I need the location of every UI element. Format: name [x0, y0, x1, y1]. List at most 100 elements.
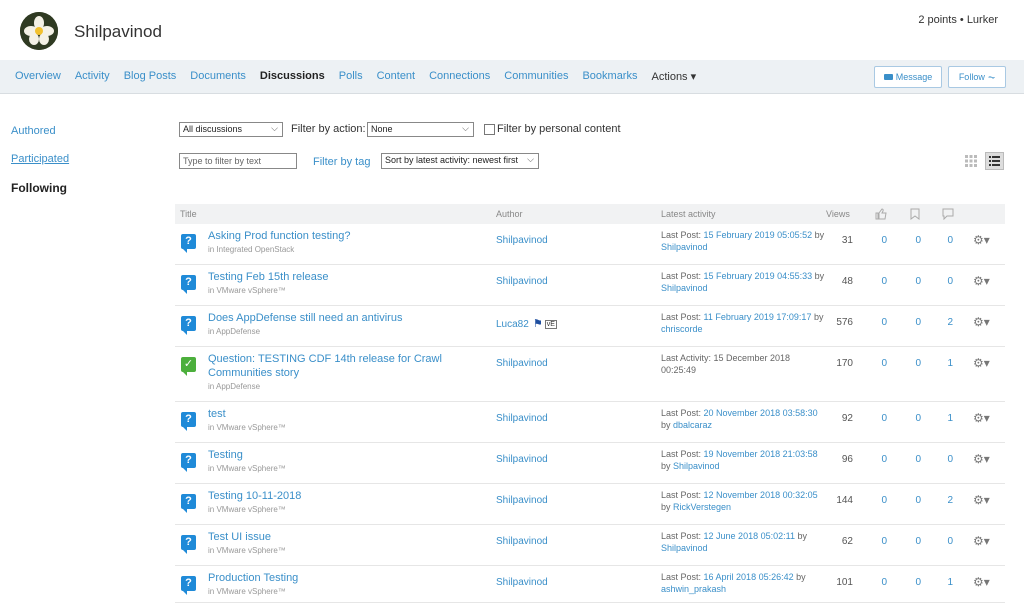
- tab-communities[interactable]: Communities: [504, 70, 568, 83]
- bookmarks-count[interactable]: 0: [909, 358, 921, 369]
- message-button[interactable]: Message: [874, 66, 942, 88]
- bookmarks-count[interactable]: 0: [909, 413, 921, 424]
- activity-user-link[interactable]: RickVerstegen: [673, 502, 731, 512]
- discussion-title[interactable]: Does AppDefense still need an antivirus: [208, 311, 468, 325]
- author-link[interactable]: Shilpavinod: [496, 276, 548, 287]
- replies-count[interactable]: 1: [941, 413, 953, 424]
- list-view-icon[interactable]: [985, 152, 1004, 170]
- sidebar-item-participated[interactable]: Participated: [11, 153, 69, 165]
- col-views[interactable]: Views: [826, 209, 850, 219]
- personal-content-checkbox[interactable]: [484, 124, 495, 135]
- gear-icon[interactable]: ⚙▾: [973, 493, 990, 507]
- author-link[interactable]: Shilpavinod: [496, 577, 548, 588]
- activity-date-link[interactable]: 19 November 2018 21:03:58: [704, 449, 818, 459]
- bookmark-icon[interactable]: [910, 208, 920, 220]
- replies-count[interactable]: 1: [941, 577, 953, 588]
- action-select[interactable]: None ⌵: [367, 122, 474, 137]
- author-name[interactable]: Shilpavinod: [496, 276, 548, 287]
- bookmarks-count[interactable]: 0: [909, 276, 921, 287]
- replies-count[interactable]: 0: [941, 276, 953, 287]
- tab-bookmarks[interactable]: Bookmarks: [582, 70, 637, 83]
- activity-user-link[interactable]: Shilpavinod: [661, 242, 708, 252]
- likes-count[interactable]: 0: [875, 317, 887, 328]
- sidebar-item-authored[interactable]: Authored: [11, 125, 56, 137]
- author-name[interactable]: Shilpavinod: [496, 358, 548, 369]
- replies-count[interactable]: 0: [941, 454, 953, 465]
- gear-icon[interactable]: ⚙▾: [973, 575, 990, 589]
- comment-icon[interactable]: [942, 208, 954, 220]
- activity-date-link[interactable]: 15 February 2019 04:55:33: [704, 271, 813, 281]
- discussion-title[interactable]: Testing Feb 15th release: [208, 270, 468, 284]
- activity-date-link[interactable]: 12 June 2018 05:02:11: [704, 531, 795, 541]
- discussion-title[interactable]: Production Testing: [208, 571, 468, 585]
- tab-blog-posts[interactable]: Blog Posts: [124, 70, 177, 83]
- author-link[interactable]: Shilpavinod: [496, 235, 548, 246]
- tab-documents[interactable]: Documents: [190, 70, 246, 83]
- discussion-title[interactable]: Testing: [208, 448, 468, 462]
- user-avatar[interactable]: [20, 12, 58, 50]
- activity-user-link[interactable]: chriscorde: [661, 324, 703, 334]
- activity-user-link[interactable]: Shilpavinod: [673, 461, 720, 471]
- bookmarks-count[interactable]: 0: [909, 317, 921, 328]
- likes-count[interactable]: 0: [875, 577, 887, 588]
- col-activity[interactable]: Latest activity: [661, 209, 716, 219]
- likes-count[interactable]: 0: [875, 495, 887, 506]
- gear-icon[interactable]: ⚙▾: [973, 534, 990, 548]
- author-link[interactable]: Shilpavinod: [496, 358, 548, 369]
- discussions-select[interactable]: All discussions ⌵: [179, 122, 283, 137]
- discussion-title[interactable]: test: [208, 407, 468, 421]
- activity-user-link[interactable]: dbalcaraz: [673, 420, 712, 430]
- likes-count[interactable]: 0: [875, 454, 887, 465]
- activity-date-link[interactable]: 12 November 2018 00:32:05: [704, 490, 818, 500]
- replies-count[interactable]: 0: [941, 536, 953, 547]
- gear-icon[interactable]: ⚙▾: [973, 356, 990, 370]
- activity-date-link[interactable]: 11 February 2019 17:09:17: [704, 312, 812, 322]
- discussion-title[interactable]: Asking Prod function testing?: [208, 229, 468, 243]
- author-name[interactable]: Shilpavinod: [496, 536, 548, 547]
- bookmarks-count[interactable]: 0: [909, 577, 921, 588]
- tab-polls[interactable]: Polls: [339, 70, 363, 83]
- gear-icon[interactable]: ⚙▾: [973, 315, 990, 329]
- replies-count[interactable]: 1: [941, 358, 953, 369]
- activity-user-link[interactable]: Shilpavinod: [661, 543, 708, 553]
- bookmarks-count[interactable]: 0: [909, 536, 921, 547]
- gear-icon[interactable]: ⚙▾: [973, 411, 990, 425]
- filter-by-tag-link[interactable]: Filter by tag: [313, 156, 370, 168]
- likes-count[interactable]: 0: [875, 536, 887, 547]
- activity-user-link[interactable]: ashwin_prakash: [661, 584, 726, 594]
- likes-count[interactable]: 0: [875, 235, 887, 246]
- gear-icon[interactable]: ⚙▾: [973, 233, 990, 247]
- tab-discussions[interactable]: Discussions: [260, 70, 325, 83]
- author-link[interactable]: Luca82 ⚑ vE: [496, 317, 557, 330]
- grid-view-icon[interactable]: [965, 155, 977, 167]
- gear-icon[interactable]: ⚙▾: [973, 274, 990, 288]
- text-filter-input[interactable]: Type to filter by text: [179, 153, 297, 169]
- activity-user-link[interactable]: Shilpavinod: [661, 283, 708, 293]
- author-name[interactable]: Luca82: [496, 319, 529, 330]
- sidebar-item-following[interactable]: Following: [11, 181, 67, 195]
- tab-connections[interactable]: Connections: [429, 70, 490, 83]
- likes-count[interactable]: 0: [875, 413, 887, 424]
- tab-activity[interactable]: Activity: [75, 70, 110, 83]
- author-name[interactable]: Shilpavinod: [496, 495, 548, 506]
- discussion-title[interactable]: Testing 10-11-2018: [208, 489, 468, 503]
- sort-select[interactable]: Sort by latest activity: newest first ⌵: [381, 153, 539, 169]
- activity-date-link[interactable]: 20 November 2018 03:58:30: [704, 408, 818, 418]
- replies-count[interactable]: 2: [941, 317, 953, 328]
- activity-date-link[interactable]: 16 April 2018 05:26:42: [704, 572, 794, 582]
- activity-date-link[interactable]: 15 February 2019 05:05:52: [704, 230, 813, 240]
- replies-count[interactable]: 2: [941, 495, 953, 506]
- author-link[interactable]: Shilpavinod: [496, 536, 548, 547]
- author-name[interactable]: Shilpavinod: [496, 235, 548, 246]
- bookmarks-count[interactable]: 0: [909, 495, 921, 506]
- actions-menu[interactable]: Actions ▾: [651, 70, 696, 83]
- author-link[interactable]: Shilpavinod: [496, 454, 548, 465]
- follow-button[interactable]: Follow ⏦: [948, 66, 1006, 88]
- likes-count[interactable]: 0: [875, 358, 887, 369]
- discussion-title[interactable]: Question: TESTING CDF 14th release for C…: [208, 352, 468, 380]
- bookmarks-count[interactable]: 0: [909, 235, 921, 246]
- likes-count[interactable]: 0: [875, 276, 887, 287]
- author-link[interactable]: Shilpavinod: [496, 413, 548, 424]
- bookmarks-count[interactable]: 0: [909, 454, 921, 465]
- tab-content[interactable]: Content: [377, 70, 416, 83]
